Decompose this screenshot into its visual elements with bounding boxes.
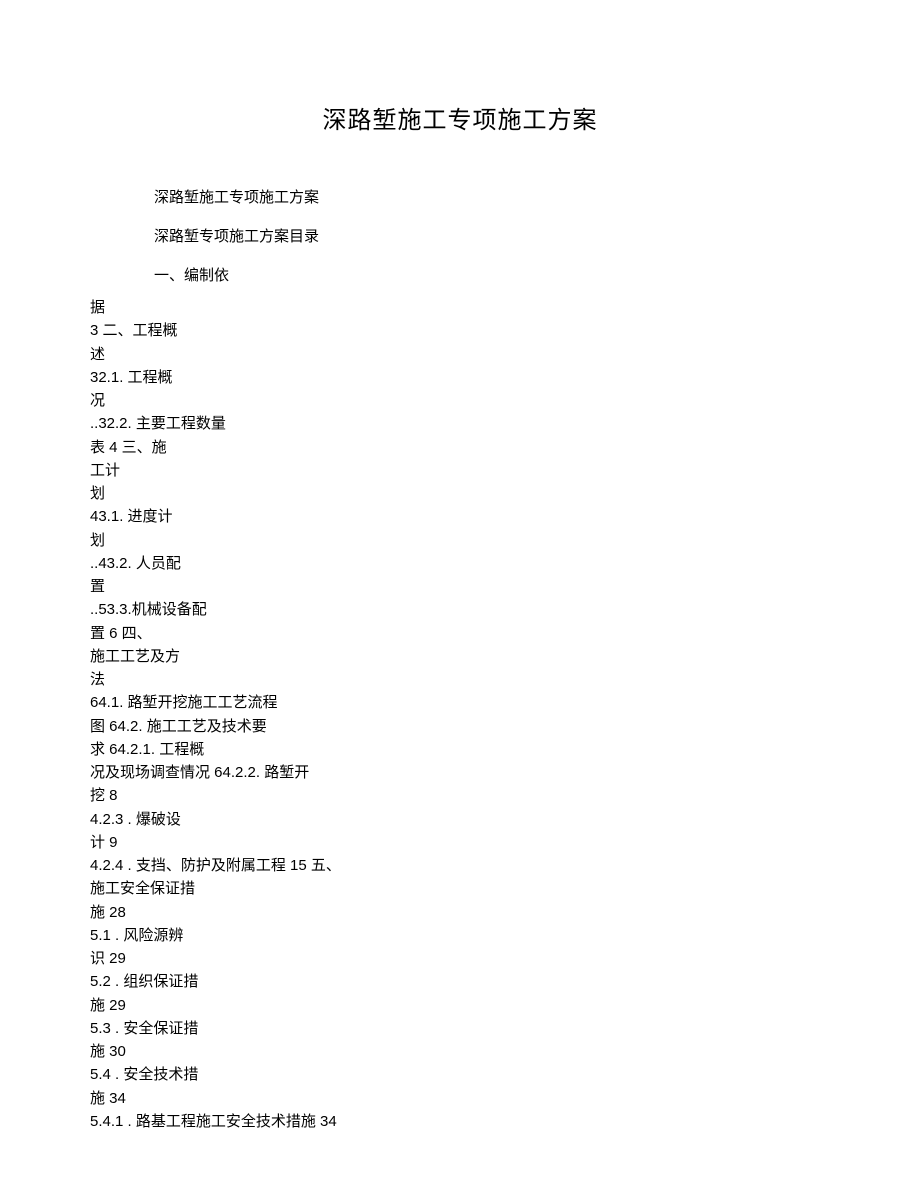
toc-line: 5.4 . 安全技术措 [90, 1063, 830, 1086]
toc-line: ..53.3.机械设备配 [90, 598, 830, 621]
toc-line: 32.1. 工程概 [90, 366, 830, 389]
toc-line: 施 29 [90, 994, 830, 1017]
toc-line: 4.2.4 . 支挡、防护及附属工程 15 五、 [90, 854, 830, 877]
toc-line: 5.4.1 . 路基工程施工安全技术措施 34 [90, 1110, 830, 1133]
toc-line: 施 28 [90, 901, 830, 924]
toc-line: 识 29 [90, 947, 830, 970]
toc-line: 划 [90, 529, 830, 552]
toc-line: 划 [90, 482, 830, 505]
toc-line: 表 4 三、施 [90, 436, 830, 459]
toc-line: 施工工艺及方 [90, 645, 830, 668]
toc-line: 置 6 四、 [90, 622, 830, 645]
toc-line: 述 [90, 343, 830, 366]
toc-line: 法 [90, 668, 830, 691]
intro-line-1: 深路堑施工专项施工方案 [90, 179, 830, 218]
toc-line: 置 [90, 575, 830, 598]
document-page: 深路堑施工专项施工方案 深路堑施工专项施工方案 深路堑专项施工方案目录 一、编制… [0, 0, 920, 1193]
toc-line: 5.2 . 组织保证措 [90, 970, 830, 993]
toc-line: 工计 [90, 459, 830, 482]
toc-line: 64.1. 路堑开挖施工工艺流程 [90, 691, 830, 714]
toc-line: 施工安全保证措 [90, 877, 830, 900]
toc-line: 图 64.2. 施工工艺及技术要 [90, 715, 830, 738]
intro-line-2: 深路堑专项施工方案目录 [90, 218, 830, 257]
toc-line: 计 9 [90, 831, 830, 854]
toc-line: 据 [90, 296, 830, 319]
toc-line: 施 34 [90, 1087, 830, 1110]
toc-line: ..32.2. 主要工程数量 [90, 412, 830, 435]
toc-line: 43.1. 进度计 [90, 505, 830, 528]
toc-line: 5.3 . 安全保证措 [90, 1017, 830, 1040]
toc-line: 3 二、工程概 [90, 319, 830, 342]
toc-line: 求 64.2.1. 工程概 [90, 738, 830, 761]
toc-line: 4.2.3 . 爆破设 [90, 808, 830, 831]
toc-body: 据3 二、工程概述32.1. 工程概况..32.2. 主要工程数量表 4 三、施… [90, 296, 830, 1133]
toc-line: 况 [90, 389, 830, 412]
document-title: 深路堑施工专项施工方案 [90, 100, 830, 135]
toc-first-line: 一、编制依 [90, 257, 830, 296]
toc-line: 况及现场调查情况 64.2.2. 路堑开 [90, 761, 830, 784]
toc-line: ..43.2. 人员配 [90, 552, 830, 575]
toc-line: 施 30 [90, 1040, 830, 1063]
toc-line: 挖 8 [90, 784, 830, 807]
toc-line: 5.1 . 风险源辨 [90, 924, 830, 947]
